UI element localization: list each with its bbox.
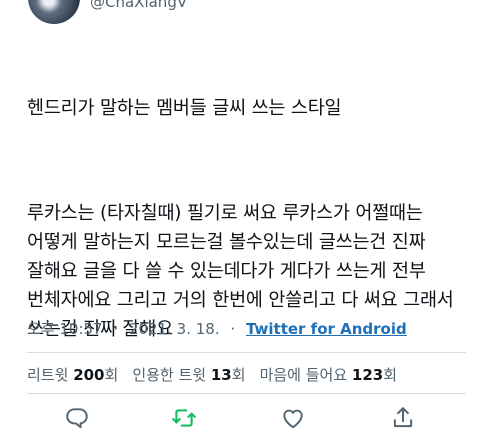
meta-separator: · <box>113 320 119 338</box>
stat-unit: 회 <box>104 366 119 384</box>
retweets-stat[interactable]: 리트윗 200회 <box>27 366 118 384</box>
tweet-actions <box>0 403 480 435</box>
reply-button[interactable] <box>64 405 90 431</box>
like-button[interactable] <box>280 405 306 431</box>
share-icon <box>393 407 413 428</box>
tweet-meta: 오후 10:57 · 2021. 3. 18. · Twitter for An… <box>27 318 407 339</box>
author-handle[interactable]: @ChaXiangV <box>90 0 187 11</box>
likes-stat[interactable]: 마음에 들어요 123회 <box>260 366 397 384</box>
retweet-icon <box>172 409 196 427</box>
likes-count: 123 <box>351 366 384 384</box>
reply-icon <box>66 408 88 429</box>
share-button[interactable] <box>390 405 416 431</box>
retweets-label: 리트윗 <box>27 366 69 384</box>
likes-label: 마음에 들어요 <box>259 366 348 384</box>
quotes-stat[interactable]: 인용한 트윗 13회 <box>132 366 245 384</box>
tweet-time[interactable]: 오후 10:57 <box>27 320 103 338</box>
retweets-count: 200 <box>73 366 105 384</box>
tweet-title-line: 헨드리가 말하는 멤버들 글씨 쓰는 스타일 <box>27 98 342 119</box>
tweet-source-link[interactable]: Twitter for Android <box>246 320 407 338</box>
divider <box>27 352 466 353</box>
meta-separator: · <box>230 320 236 338</box>
stat-unit: 회 <box>383 366 398 384</box>
quotes-label: 인용한 트윗 <box>132 366 207 384</box>
quotes-count: 13 <box>210 366 232 384</box>
divider <box>27 393 466 394</box>
author-avatar[interactable] <box>28 0 80 24</box>
tweet-stats: 리트윗 200회 인용한 트윗 13회 마음에 들어요 123회 <box>27 364 397 385</box>
retweet-button[interactable] <box>171 405 197 431</box>
tweet-date[interactable]: 2021. 3. 18. <box>129 320 220 338</box>
stat-unit: 회 <box>231 366 246 384</box>
heart-icon <box>283 409 303 429</box>
